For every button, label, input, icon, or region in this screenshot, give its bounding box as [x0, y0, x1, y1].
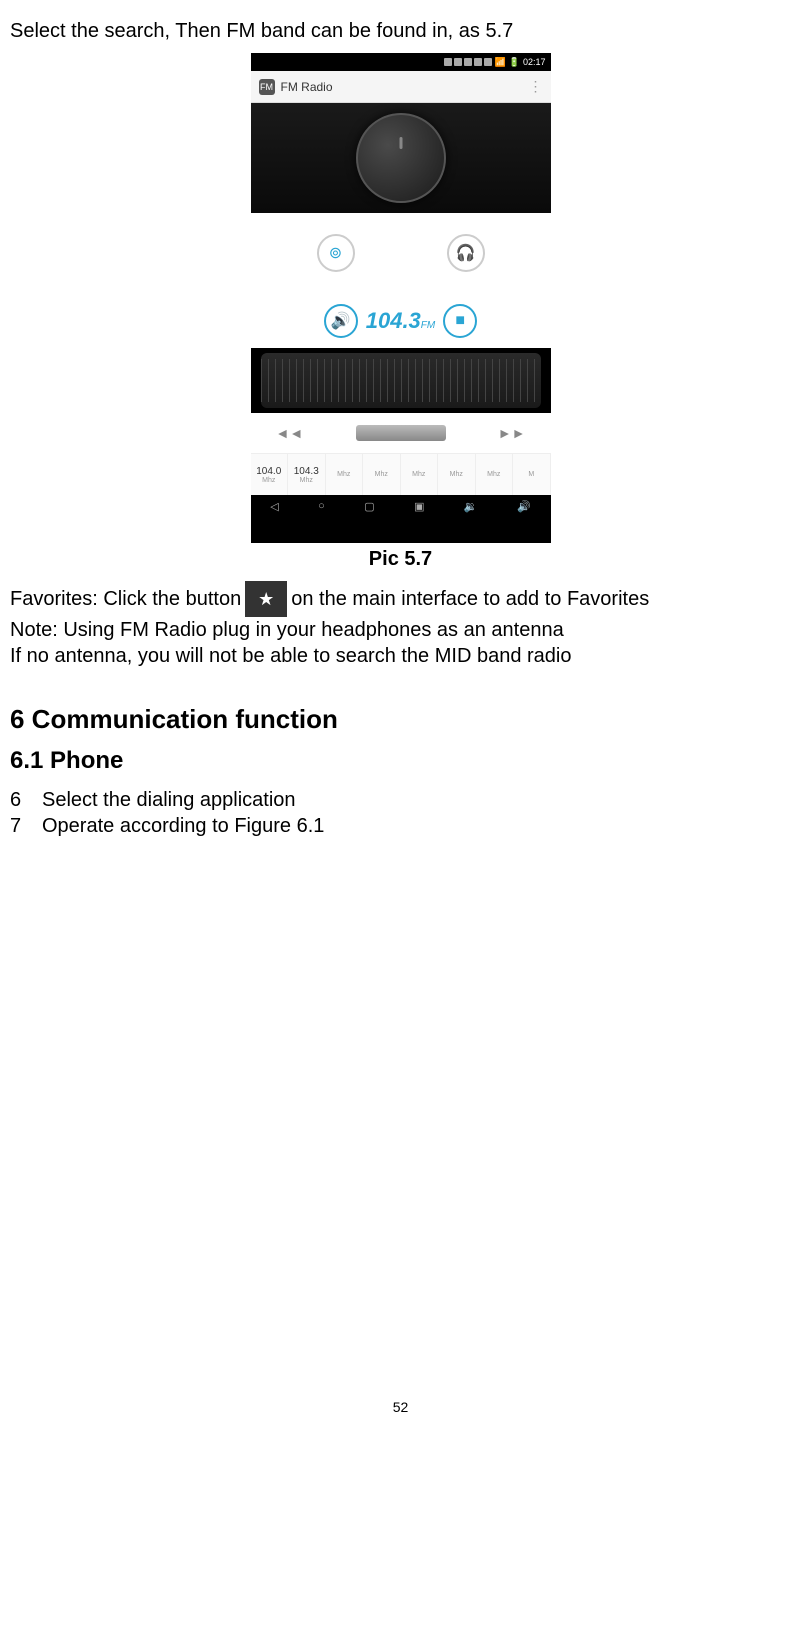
stop-icon: ■ — [455, 312, 465, 330]
list-item: 6 Select the dialing application — [10, 787, 791, 813]
preset-item[interactable]: Mhz — [476, 454, 514, 495]
recent-icon[interactable]: ▢ — [364, 500, 374, 513]
radio-knob-area — [251, 103, 551, 213]
preset-item[interactable]: 104.0 Mhz — [251, 454, 289, 495]
preset-item[interactable]: M — [513, 454, 551, 495]
fm-radio-screenshot: 📶 🔋 02:17 FM FM Radio ⋮ ⊚ 🎧 🔊 104.3FM — [251, 53, 551, 543]
status-icon — [444, 58, 452, 66]
frequency-unit: FM — [421, 320, 435, 331]
speaker-icon: 🔊 — [331, 311, 351, 331]
presets-row: 104.0 Mhz 104.3 Mhz Mhz Mhz Mhz Mhz — [251, 453, 551, 495]
preset-label: Mhz — [300, 477, 313, 484]
favorites-instruction: Favorites: Click the button ★ on the mai… — [10, 581, 791, 617]
vol-down-icon[interactable]: 🔉 — [464, 500, 478, 513]
status-icon — [454, 58, 462, 66]
fm-app-icon: FM — [259, 79, 275, 95]
tuner-scale[interactable] — [261, 353, 541, 408]
status-icon — [474, 58, 482, 66]
preset-label: Mhz — [412, 471, 425, 478]
favorites-text-suffix: on the main interface to add to Favorite… — [291, 584, 649, 614]
list-item-number: 6 — [10, 787, 42, 813]
headphone-button[interactable]: 🎧 — [447, 234, 485, 272]
record-button[interactable]: ⊚ — [317, 234, 355, 272]
preset-item[interactable]: Mhz — [326, 454, 364, 495]
speaker-button[interactable]: 🔊 — [324, 304, 358, 338]
vol-up-icon[interactable]: 🔊 — [517, 500, 531, 513]
list-item-number: 7 — [10, 813, 42, 839]
intro-text: Select the search, Then FM band can be f… — [10, 20, 791, 43]
list-item-text: Operate according to Figure 6.1 — [42, 813, 324, 839]
preset-label: Mhz — [487, 471, 500, 478]
preset-freq: 104.3 — [294, 466, 319, 477]
seek-bar: ◄◄ ►► — [251, 413, 551, 453]
list-item: 7 Operate according to Figure 6.1 — [10, 813, 791, 839]
app-title: FM Radio — [281, 80, 529, 94]
screenshot-icon[interactable]: ▣ — [414, 500, 424, 513]
headphone-icon: 🎧 — [456, 243, 476, 263]
preset-label: Mhz — [337, 471, 350, 478]
preset-item[interactable]: Mhz — [363, 454, 401, 495]
frequency-value: 104.3 — [366, 308, 421, 333]
status-icons-group — [444, 58, 492, 66]
preset-item[interactable]: 104.3 Mhz — [288, 454, 326, 495]
preset-label: Mhz — [262, 477, 275, 484]
preset-freq: 104.0 — [256, 466, 281, 477]
list-item-text: Select the dialing application — [42, 787, 296, 813]
record-icon: ⊚ — [329, 243, 342, 263]
top-controls-row: ⊚ 🎧 — [251, 213, 551, 293]
signal-icon: 📶 — [495, 57, 506, 68]
seek-next-icon[interactable]: ►► — [498, 425, 526, 441]
status-icon — [484, 58, 492, 66]
note-text-2: If no antenna, you will not be able to s… — [10, 643, 791, 669]
star-icon: ★ — [258, 586, 274, 613]
app-header: FM FM Radio ⋮ — [251, 71, 551, 103]
menu-icon[interactable]: ⋮ — [529, 78, 543, 95]
note-text-1: Note: Using FM Radio plug in your headph… — [10, 617, 791, 643]
preset-label: Mhz — [450, 471, 463, 478]
favorites-star-button: ★ — [245, 581, 287, 617]
back-icon[interactable]: ◁ — [270, 500, 278, 513]
system-nav-bar: ◁ ○ ▢ ▣ 🔉 🔊 — [251, 495, 551, 517]
frequency-row: 🔊 104.3FM ■ — [251, 293, 551, 348]
tuning-knob[interactable] — [356, 113, 446, 203]
status-time: 02:17 — [523, 57, 546, 67]
preset-item[interactable]: Mhz — [401, 454, 439, 495]
subsection-heading: 6.1 Phone — [10, 747, 791, 775]
page-number: 52 — [10, 1399, 791, 1415]
preset-label: M — [528, 471, 534, 478]
screenshot-wrapper: 📶 🔋 02:17 FM FM Radio ⋮ ⊚ 🎧 🔊 104.3FM — [10, 53, 791, 543]
status-bar: 📶 🔋 02:17 — [251, 53, 551, 71]
section-heading: 6 Communication function — [10, 704, 791, 735]
favorites-text-prefix: Favorites: Click the button — [10, 584, 241, 614]
seek-prev-icon[interactable]: ◄◄ — [276, 425, 304, 441]
preset-item[interactable]: Mhz — [438, 454, 476, 495]
stop-button[interactable]: ■ — [443, 304, 477, 338]
status-icon — [464, 58, 472, 66]
home-icon[interactable]: ○ — [318, 500, 325, 512]
figure-caption: Pic 5.7 — [10, 548, 791, 571]
battery-icon: 🔋 — [509, 57, 520, 68]
seek-handle[interactable] — [356, 425, 446, 441]
preset-label: Mhz — [375, 471, 388, 478]
frequency-display: 104.3FM — [366, 308, 436, 334]
